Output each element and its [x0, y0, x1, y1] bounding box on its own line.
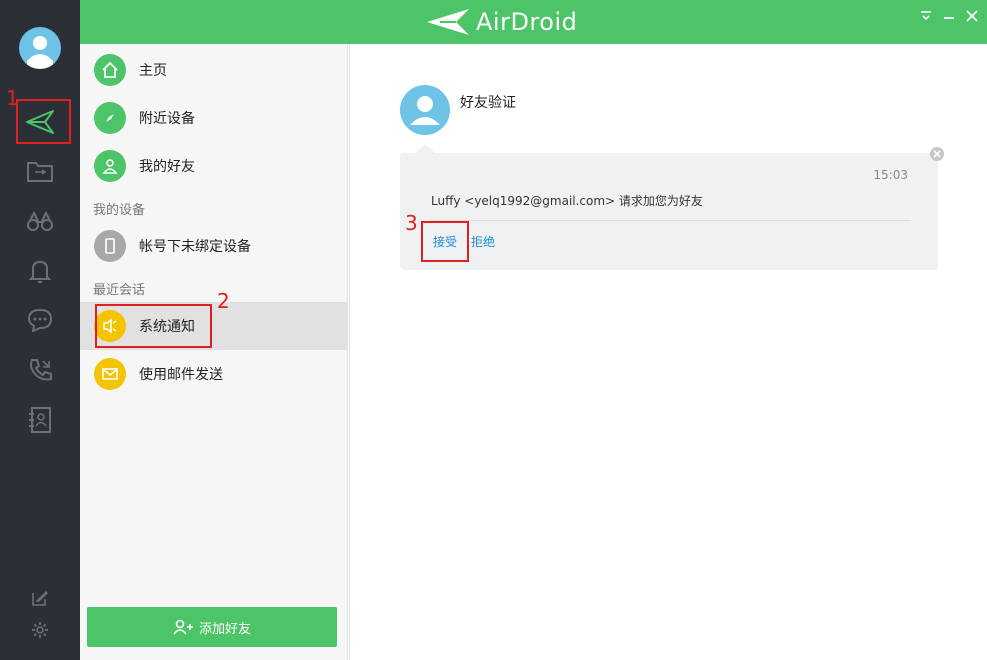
edit-icon	[32, 591, 48, 606]
app-logo: AirDroid	[426, 6, 577, 38]
file-transfer-icon	[27, 162, 53, 182]
mail-icon	[94, 358, 126, 390]
annotation-number-2: 2	[217, 289, 230, 313]
phone-device-icon	[94, 230, 126, 262]
friend-request-card: 15:03 Luffy <yelq1992@gmail.com> 请求加您为好友…	[400, 147, 944, 270]
rail-settings-button[interactable]	[22, 612, 58, 648]
rail-files-button[interactable]	[22, 153, 58, 189]
call-icon	[30, 359, 52, 381]
message-time: 15:03	[873, 168, 908, 182]
notification-bell-icon	[28, 260, 52, 283]
airdroid-logo-icon	[427, 9, 469, 35]
sidebar-item-email-send[interactable]: 使用邮件发送	[80, 350, 348, 398]
annotation-box-3	[421, 221, 469, 262]
annotation-number-1: 1	[6, 86, 19, 110]
friends-icon	[94, 150, 126, 182]
rail-contacts-button[interactable]	[22, 402, 58, 438]
friend-request-avatar	[400, 85, 450, 135]
add-user-icon	[173, 619, 193, 635]
divider	[431, 220, 911, 221]
compass-icon	[94, 102, 126, 134]
minimize-button[interactable]	[941, 8, 957, 24]
find-phone-binoculars-icon	[27, 210, 53, 231]
minimize-icon	[944, 17, 954, 19]
sidebar-item-unbound-devices[interactable]: 帐号下未绑定设备	[80, 222, 348, 270]
rail-find-phone-button[interactable]	[22, 203, 58, 239]
sidebar-item-label: 我的好友	[139, 159, 195, 175]
app-name: AirDroid	[476, 8, 578, 36]
annotation-number-3: 3	[405, 211, 418, 235]
message-icon	[27, 308, 53, 332]
recent-header: 最近会话	[93, 283, 146, 298]
sidebar-item-nearby[interactable]: 附近设备	[80, 94, 348, 142]
user-avatar-icon	[27, 36, 53, 69]
menu-button[interactable]	[918, 8, 934, 24]
rail-calls-button[interactable]	[22, 352, 58, 388]
user-avatar[interactable]	[19, 27, 61, 69]
page-title: 好友验证	[460, 95, 516, 111]
rail-notifications-button[interactable]	[22, 253, 58, 289]
user-avatar-icon	[410, 96, 440, 125]
close-icon	[966, 10, 978, 22]
title-bar: AirDroid	[80, 0, 987, 44]
my-devices-header: 我的设备	[93, 203, 146, 218]
close-icon	[933, 150, 941, 158]
reject-link[interactable]: 拒绝	[471, 233, 495, 250]
rail-messages-button[interactable]	[22, 302, 58, 338]
rail-edit-button[interactable]	[22, 580, 58, 616]
contacts-icon	[29, 407, 51, 433]
sidebar-item-label: 帐号下未绑定设备	[139, 239, 251, 255]
request-text: Luffy <yelq1992@gmail.com> 请求加您为好友	[431, 194, 703, 208]
sidebar-item-friends[interactable]: 我的好友	[80, 142, 348, 190]
main-content: 好友验证 15:03 Luffy <yelq1992@gmail.com> 请求…	[349, 44, 987, 660]
home-icon	[94, 54, 126, 86]
menu-icon	[921, 11, 931, 21]
annotation-box-1	[16, 99, 71, 144]
sidebar-panel: 主页 附近设备 我的好友 我的设备 帐号下未绑定设备 最近会话 系统通知 使用邮…	[80, 44, 348, 660]
add-friend-button[interactable]: 添加好友	[87, 607, 337, 647]
annotation-box-2	[95, 304, 212, 348]
dismiss-card-button[interactable]	[930, 147, 944, 161]
settings-icon	[32, 622, 48, 638]
sidebar-item-label: 附近设备	[139, 111, 195, 127]
add-friend-label: 添加好友	[198, 621, 251, 637]
close-window-button[interactable]	[964, 8, 980, 24]
sidebar-item-home[interactable]: 主页	[80, 46, 348, 94]
sidebar-item-label: 使用邮件发送	[139, 367, 223, 383]
sidebar-item-label: 主页	[139, 63, 167, 79]
